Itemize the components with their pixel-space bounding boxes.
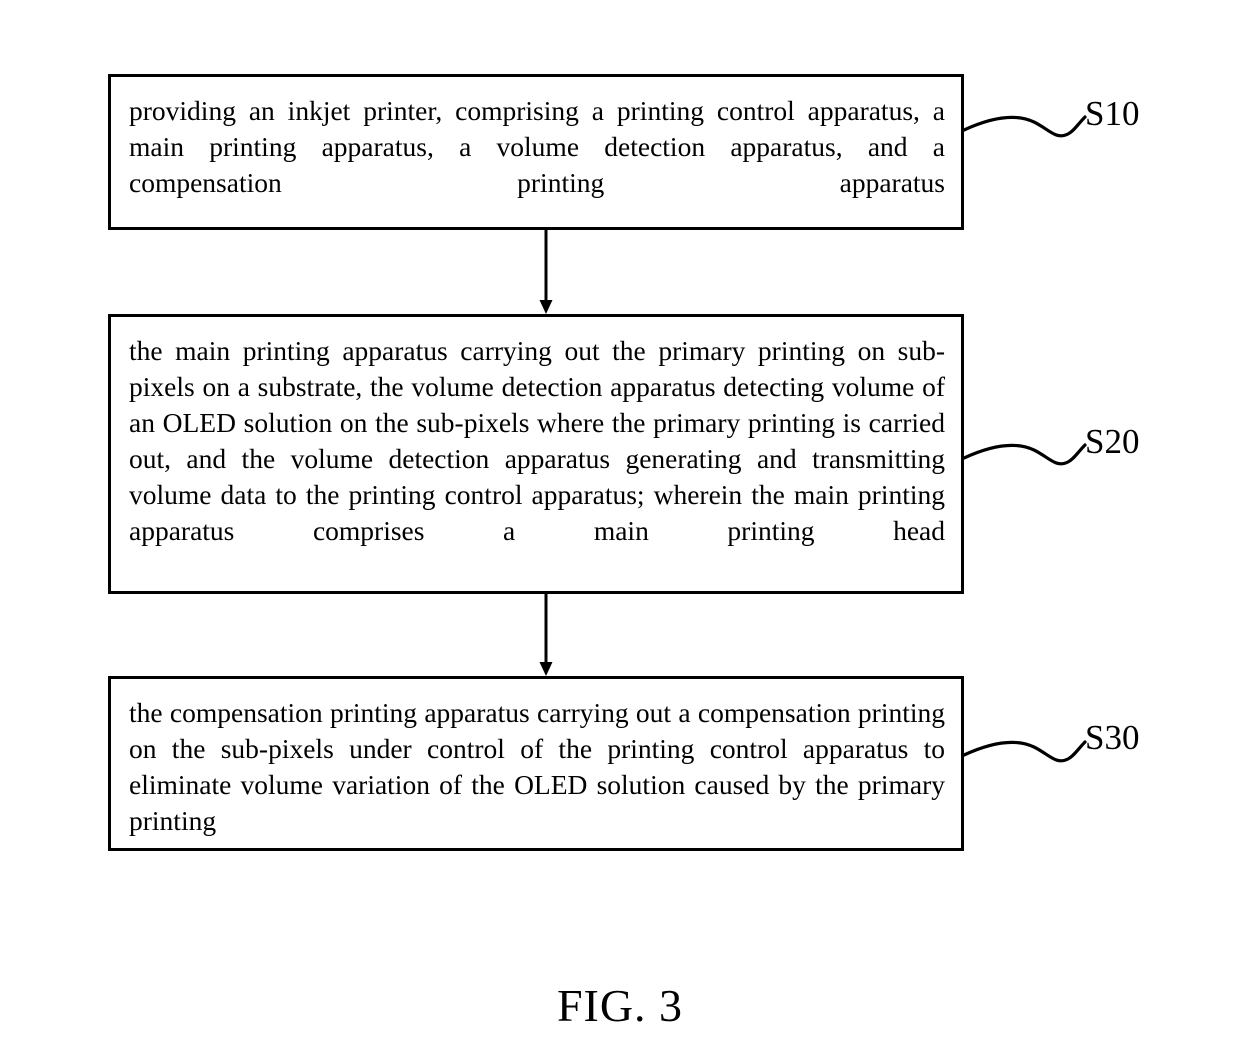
flowchart-step-box-s10: providing an inkjet printer, comprising … <box>108 74 964 230</box>
figure-caption: FIG. 3 <box>556 980 684 1031</box>
flowchart-step-box-s30: the compensation printing apparatus carr… <box>108 676 964 851</box>
step-text-s30: the compensation printing apparatus carr… <box>129 697 945 836</box>
step-reference-label-s10: S10 <box>1085 94 1140 133</box>
leader-line-s10 <box>962 115 1087 138</box>
step-reference-label-s20: S20 <box>1085 422 1140 461</box>
leader-line-s20 <box>962 443 1087 466</box>
flowchart-step-box-s20: the main printing apparatus carrying out… <box>108 314 964 594</box>
step-reference-label-s30: S30 <box>1085 718 1140 757</box>
step-text-s10: providing an inkjet printer, comprising … <box>129 95 945 198</box>
patent-flowchart-figure: providing an inkjet printer, comprising … <box>0 0 1240 1060</box>
step-text-s20: the main printing apparatus carrying out… <box>129 335 945 546</box>
leader-line-s30 <box>962 740 1087 763</box>
